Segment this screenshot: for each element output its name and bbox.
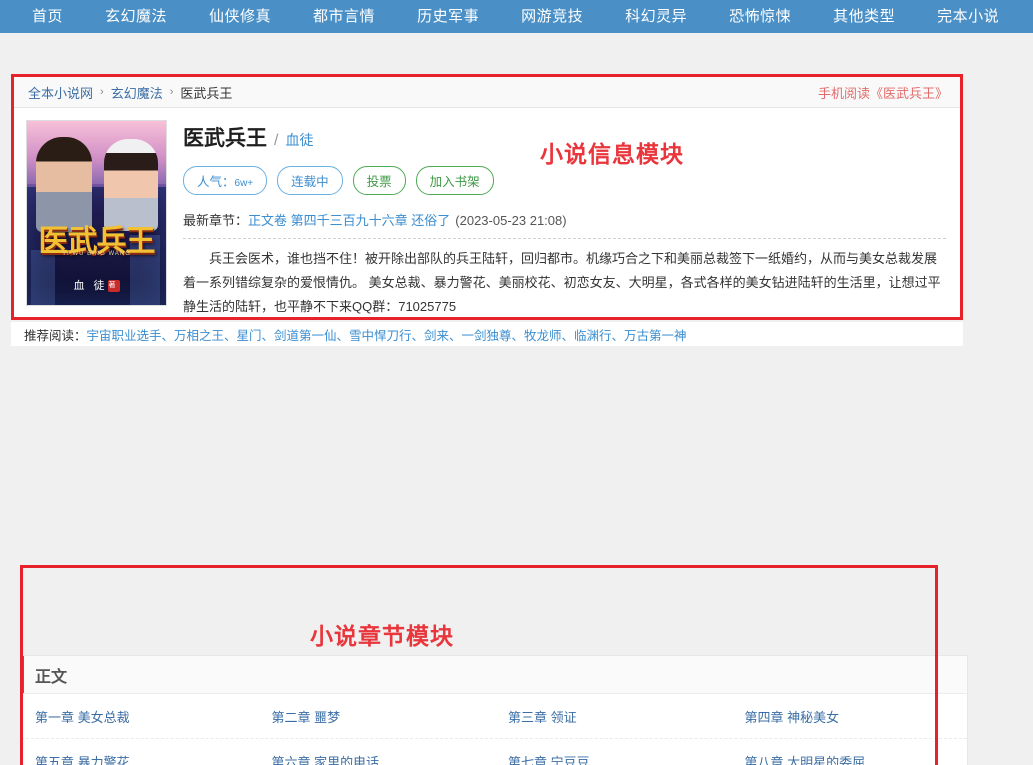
add-to-bookshelf-button[interactable]: 加入书架 — [415, 166, 494, 195]
list-item[interactable]: 第三章 领证 — [494, 694, 731, 738]
chapter-list-panel: 正文 第一章 美女总裁 第二章 噩梦 第三章 领证 第四章 神秘美女 第五章 暴… — [20, 655, 968, 765]
latest-chapter-row: 最新章节：正文卷 第四千三百九十六章 还俗了 (2023-05-23 21:08) — [183, 210, 946, 229]
list-item[interactable]: 第五章 暴力警花 — [21, 739, 258, 765]
page-title: 医武兵王 — [183, 127, 267, 150]
list-item[interactable]: 第四章 神秘美女 — [731, 694, 968, 738]
latest-chapter-volume-link[interactable]: 正文卷 — [248, 213, 287, 228]
breadcrumb-current: 医武兵王 — [180, 85, 233, 101]
book-description: 兵王会医术，谁也挡不住！被开除出部队的兵王陆轩，回归都市。机缘巧合之下和美丽总裁… — [183, 251, 941, 314]
nav-item-completed[interactable]: 完本小说 — [916, 0, 1020, 33]
nav-item-scifi[interactable]: 科幻灵异 — [604, 0, 708, 33]
table-row: 第一章 美女总裁 第二章 噩梦 第三章 领证 第四章 神秘美女 — [21, 694, 967, 739]
mobile-read-link[interactable]: 手机阅读《医武兵王》 — [818, 83, 948, 102]
chapter-list: 第一章 美女总裁 第二章 噩梦 第三章 领证 第四章 神秘美女 第五章 暴力警花… — [21, 694, 967, 765]
chapter-section-header: 正文 — [21, 656, 967, 694]
breadcrumb-site-link[interactable]: 全本小说网 — [28, 83, 93, 102]
recommended-reading-links[interactable]: 宇宙职业选手、万相之王、星门、剑道第一仙、雪中悍刀行、剑来、一剑独尊、牧龙师、临… — [87, 325, 687, 344]
table-row: 第五章 暴力警花 第六章 家里的电话 第七章 宁豆豆 第八章 大明星的委屈 — [21, 739, 967, 765]
nav-item-home[interactable]: 首页 — [18, 0, 84, 33]
breadcrumb-separator-icon-2: › — [169, 86, 174, 98]
title-slash: / — [274, 132, 279, 149]
popularity-badge: 人气：6w+ — [183, 166, 268, 195]
popularity-label: 人气： — [197, 175, 235, 189]
novel-info-body: 医武兵王 YI WU BING WANG 血 徒著 医武兵王 / 血徒 人气：6… — [14, 108, 960, 319]
breadcrumb: 全本小说网 › 玄幻魔法 › 医武兵王 手机阅读《医武兵王》 — [14, 77, 960, 108]
novel-info-module: 全本小说网 › 玄幻魔法 › 医武兵王 手机阅读《医武兵王》 医武兵王 YI W… — [11, 74, 963, 320]
breadcrumb-separator-icon: › — [100, 86, 104, 98]
vote-button[interactable]: 投票 — [352, 166, 406, 195]
breadcrumb-trail: 全本小说网 › 玄幻魔法 › 医武兵王 — [28, 83, 232, 102]
author-link[interactable]: 血徒 — [285, 130, 313, 150]
nav-item-horror[interactable]: 恐怖惊悚 — [708, 0, 812, 33]
top-navigation-bar: 首页 玄幻魔法 仙侠修真 都市言情 历史军事 网游竞技 科幻灵异 恐怖惊悚 其他… — [0, 0, 1033, 33]
nav-item-urban-romance[interactable]: 都市言情 — [292, 0, 396, 33]
breadcrumb-category-link[interactable]: 玄幻魔法 — [111, 83, 163, 102]
popularity-value: 6w+ — [234, 178, 254, 189]
nav-item-history-military[interactable]: 历史军事 — [396, 0, 500, 33]
list-item[interactable]: 第二章 噩梦 — [258, 694, 495, 738]
chapter-section-title: 正文 — [35, 668, 68, 686]
recommended-reading-bar: 推荐阅读： 宇宙职业选手、万相之王、星门、剑道第一仙、雪中悍刀行、剑来、一剑独尊、… — [11, 322, 963, 346]
nav-item-hot[interactable]: 热门小说 — [1020, 0, 1033, 33]
book-cover-image[interactable]: 医武兵王 YI WU BING WANG 血 徒著 — [26, 120, 167, 306]
list-item[interactable]: 第八章 大明星的委屈 — [731, 739, 968, 765]
status-badge: 连载中 — [277, 166, 343, 195]
cover-author-name: 血 徒 — [73, 280, 108, 292]
nav-item-xuanhuan[interactable]: 玄幻魔法 — [84, 0, 188, 33]
nav-item-other[interactable]: 其他类型 — [812, 0, 916, 33]
cover-pinyin-text: YI WU BING WANG — [62, 251, 131, 257]
nav-item-online-game[interactable]: 网游竞技 — [500, 0, 604, 33]
book-tag-row: 人气：6w+ 连载中 投票 加入书架 — [183, 166, 946, 195]
recommended-reading-label: 推荐阅读： — [24, 328, 87, 343]
nav-item-xianxia[interactable]: 仙侠修真 — [188, 0, 292, 33]
latest-chapter-date: (2023-05-23 21:08) — [455, 213, 567, 228]
list-item[interactable]: 第七章 宁豆豆 — [494, 739, 731, 765]
info-divider — [183, 238, 946, 239]
latest-chapter-link[interactable]: 第四千三百九十六章 还俗了 — [291, 213, 451, 228]
cover-author-text: 血 徒著 — [27, 277, 166, 293]
annotation-novel-info-module: 小说信息模块 — [540, 141, 684, 167]
latest-chapter-label: 最新章节： — [183, 213, 249, 228]
cover-seal-icon: 著 — [107, 280, 120, 293]
list-item[interactable]: 第一章 美女总裁 — [21, 694, 258, 738]
annotation-novel-chapter-module: 小说章节模块 — [310, 623, 454, 649]
list-item[interactable]: 第六章 家里的电话 — [258, 739, 495, 765]
